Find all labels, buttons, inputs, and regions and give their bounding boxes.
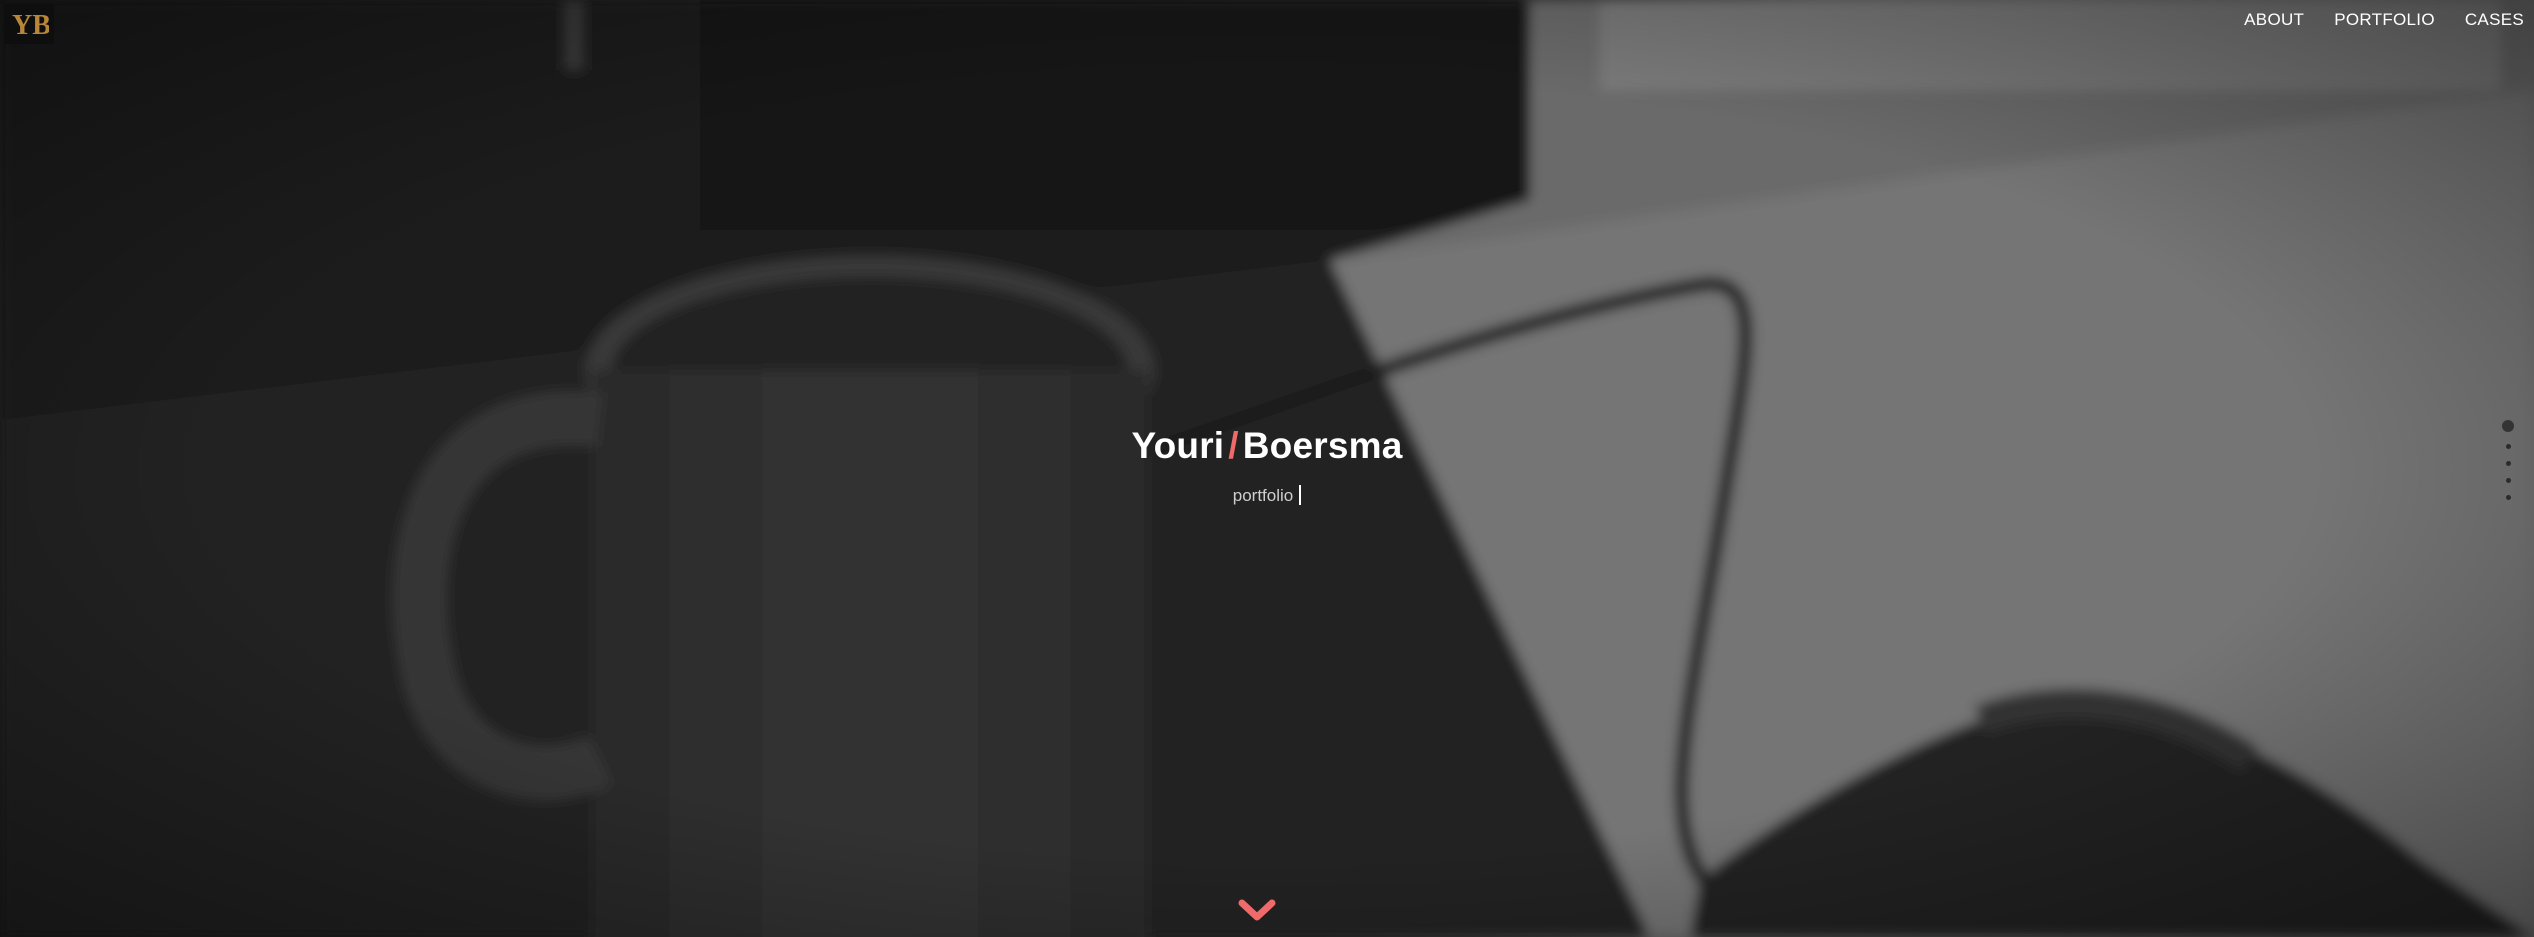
nav-about-link[interactable]: ABOUT [2244, 10, 2304, 30]
last-name: Boersma [1242, 425, 1403, 466]
section-dot-1[interactable] [2502, 420, 2514, 432]
typing-cursor [1299, 485, 1302, 505]
nav-portfolio-link[interactable]: PORTFOLIO [2334, 10, 2435, 30]
hero-section: YB ABOUT PORTFOLIO CASES Youri / Boersma p… [0, 0, 2534, 937]
main-nav: ABOUT PORTFOLIO CASES [2244, 10, 2524, 30]
chevron-down-icon [1238, 899, 1276, 921]
scroll-down-button[interactable] [1237, 898, 1277, 929]
hero-title: Youri / Boersma [0, 425, 2534, 467]
nav-cases-link[interactable]: CASES [2465, 10, 2524, 30]
hero-subtitle: portfolio [0, 485, 2534, 506]
logo-icon: YB [12, 10, 49, 41]
logo[interactable]: YB [4, 4, 54, 44]
name-separator: / [1228, 425, 1239, 466]
background-photo [0, 0, 2534, 937]
subtitle-text: portfolio [1232, 486, 1294, 505]
section-dot-5[interactable] [2505, 495, 2511, 500]
section-dot-4[interactable] [2505, 478, 2511, 483]
logo-text: YB [12, 10, 49, 41]
section-dot-2[interactable] [2505, 444, 2511, 449]
section-dots-nav [2502, 420, 2514, 500]
first-name: Youri [1131, 425, 1225, 466]
section-dot-3[interactable] [2505, 461, 2511, 466]
